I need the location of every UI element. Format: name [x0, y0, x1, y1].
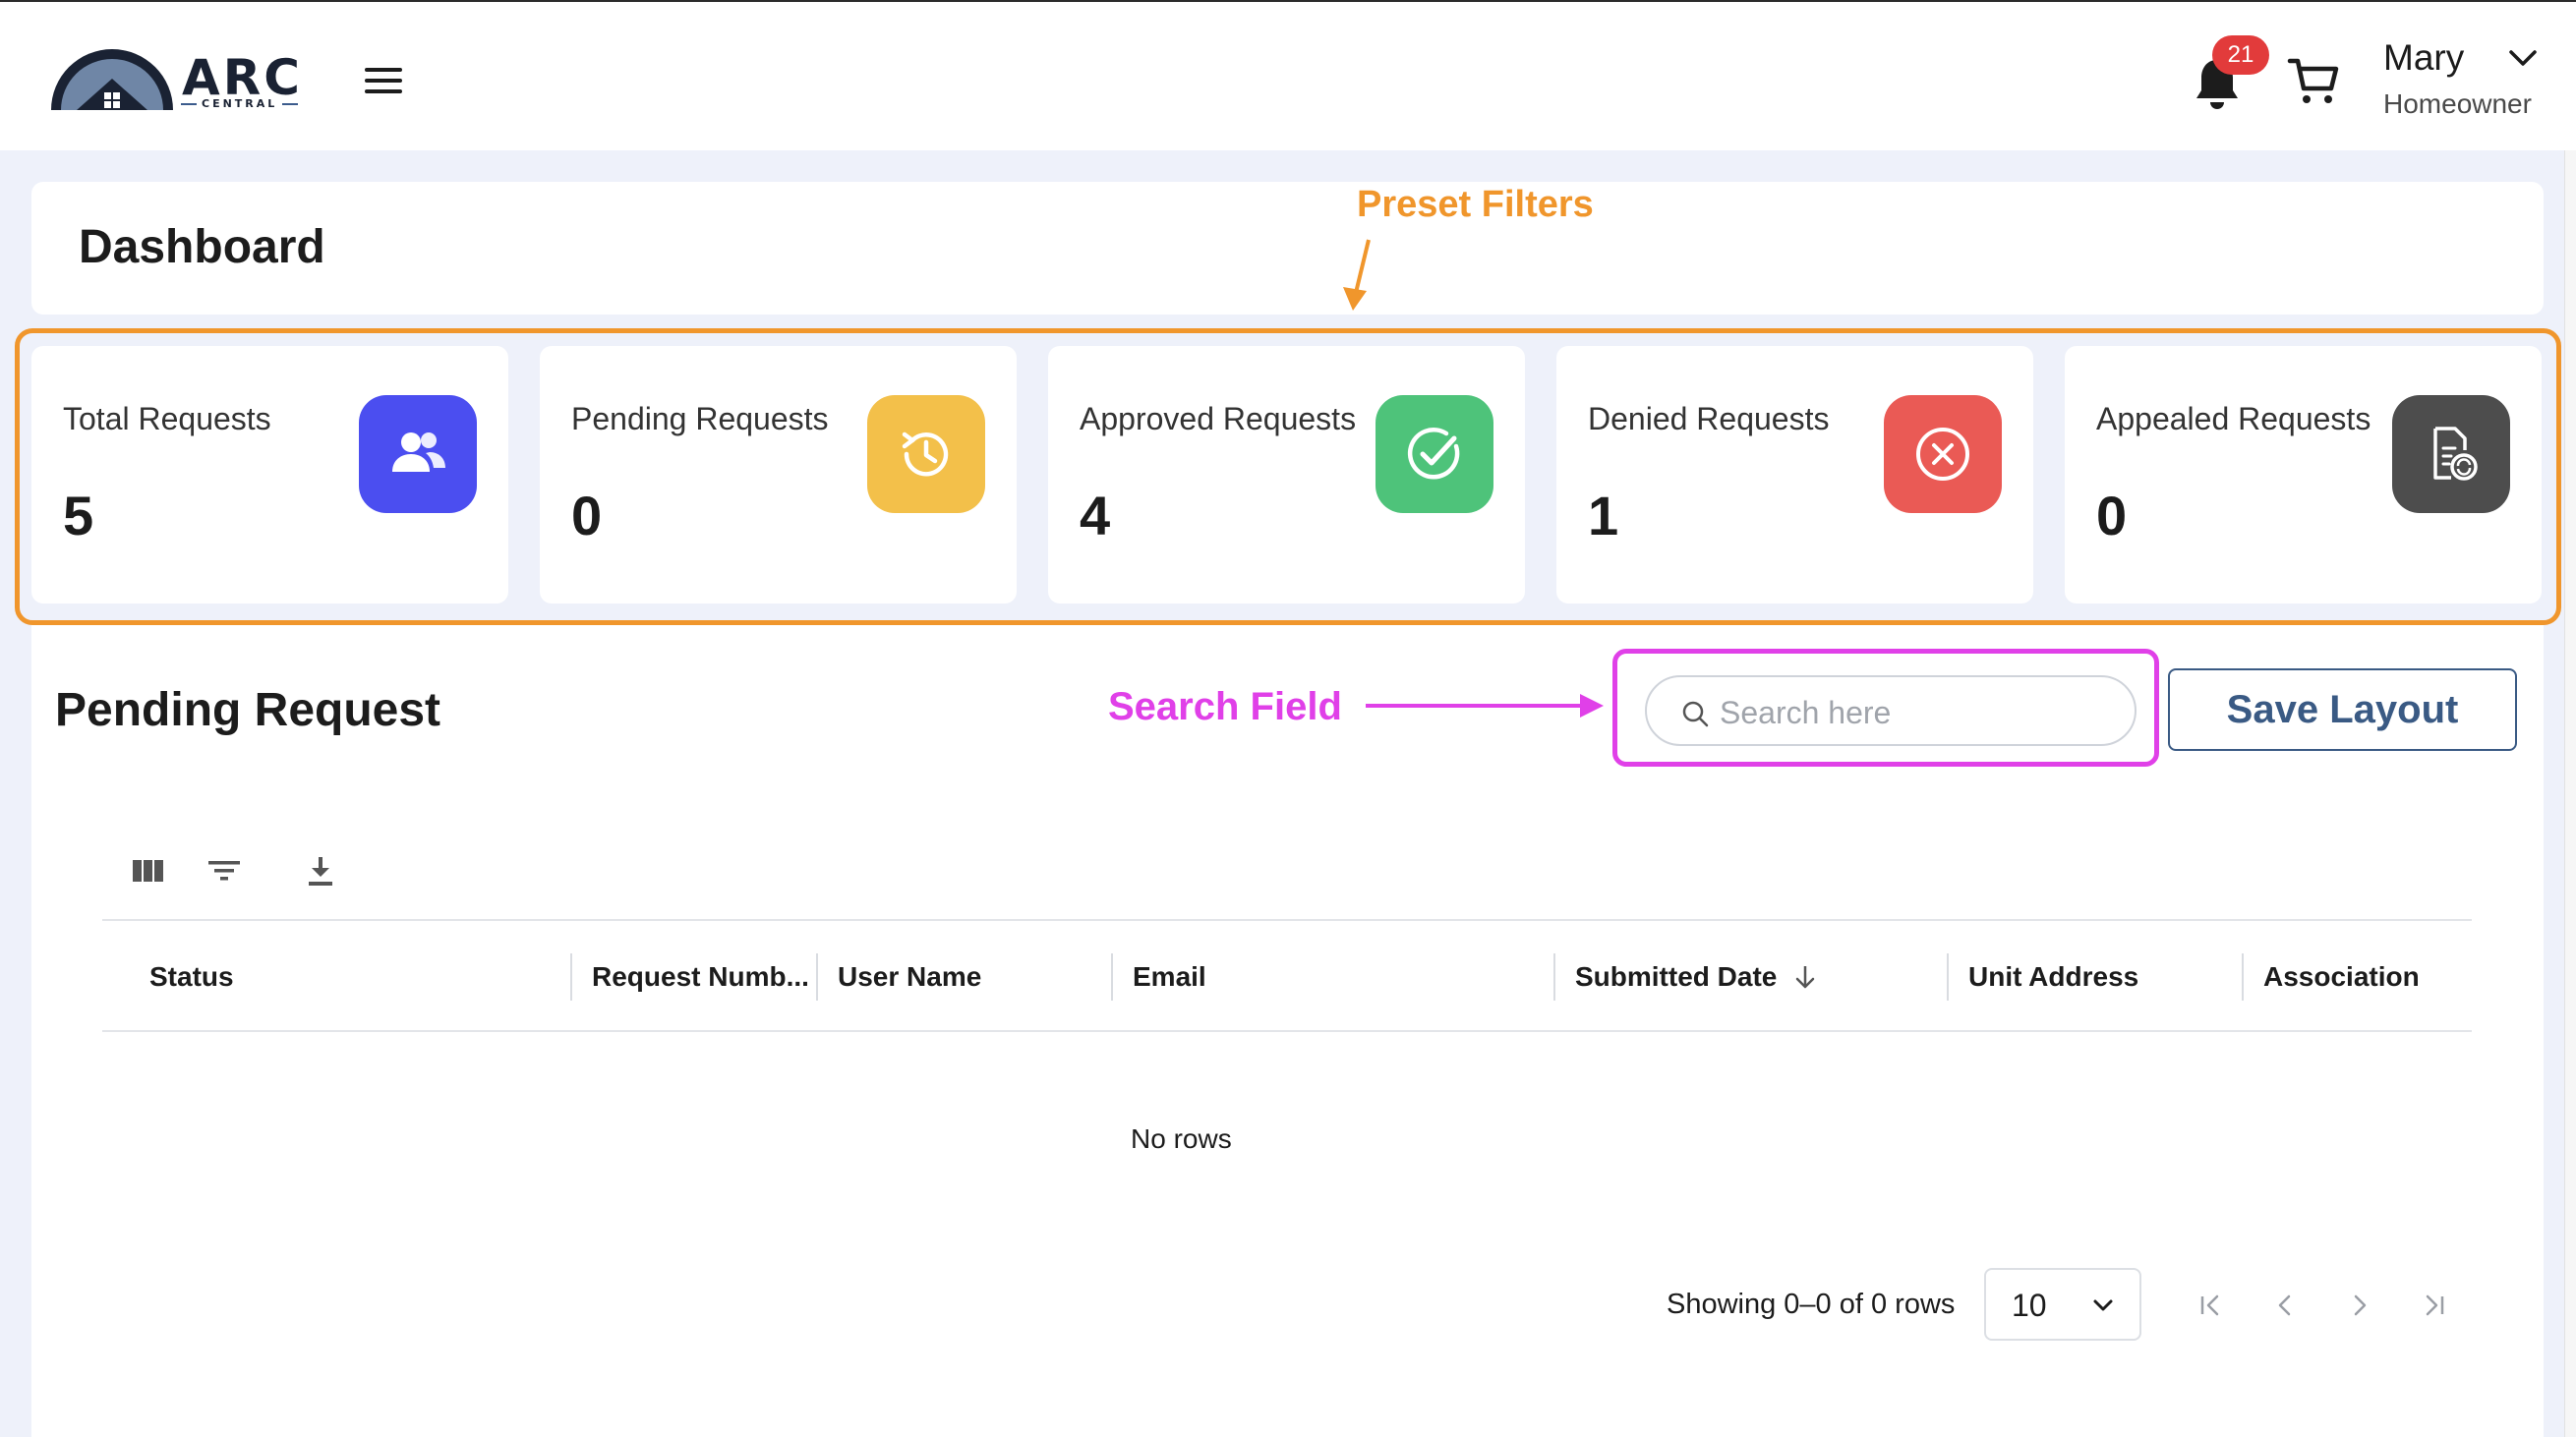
- window-scrollbar[interactable]: [2564, 150, 2576, 1437]
- rows-per-page-value: 10: [2012, 1288, 2047, 1323]
- stat-value: 0: [571, 485, 603, 546]
- columns-icon: [133, 860, 163, 882]
- clock-history-icon: [902, 431, 949, 477]
- users-icon: [392, 432, 445, 472]
- rows-per-page-select[interactable]: 10: [1984, 1268, 2141, 1341]
- column-header-email[interactable]: Email: [1133, 921, 1206, 1032]
- search-icon: [1682, 701, 1709, 727]
- stat-value: 1: [1588, 485, 1619, 546]
- stat-value: 5: [63, 485, 94, 546]
- column-separator[interactable]: [1947, 953, 1949, 1001]
- last-page-icon: [2426, 1294, 2444, 1316]
- search-placeholder: Search here: [1720, 695, 1892, 730]
- empty-state-text: No rows: [1131, 1123, 1232, 1154]
- document-refresh-icon: [2433, 427, 2478, 481]
- chevron-down-icon: [2093, 1299, 2113, 1311]
- table-header: Status Request Numb... User Name Email S…: [102, 919, 2472, 1032]
- chevron-right-icon: [2354, 1294, 2367, 1316]
- hamburger-icon: [365, 68, 402, 93]
- stat-icon-badge: [1376, 395, 1493, 513]
- next-page-button[interactable]: [2340, 1286, 2379, 1325]
- notification-badge: 21: [2212, 35, 2269, 75]
- stat-icon-badge: [867, 395, 985, 513]
- previous-page-button[interactable]: [2265, 1286, 2305, 1325]
- column-label: Status: [149, 960, 234, 992]
- column-header-submitted-date[interactable]: Submitted Date: [1575, 921, 1818, 1032]
- column-label: Submitted Date: [1575, 960, 1778, 992]
- column-label: Request Numb...: [592, 960, 809, 992]
- stat-label: Denied Requests: [1588, 401, 1830, 436]
- stat-label: Pending Requests: [571, 401, 829, 436]
- column-header-request-number[interactable]: Request Numb...: [592, 921, 809, 1032]
- columns-button[interactable]: [129, 853, 168, 889]
- column-header-association[interactable]: Association: [2263, 921, 2420, 1032]
- section-title: Pending Request: [55, 684, 441, 736]
- top-bar: ARC CENTRAL 21 Mary Homeowner: [0, 0, 2576, 150]
- column-separator[interactable]: [2242, 953, 2244, 1001]
- export-button[interactable]: [301, 853, 340, 889]
- search-input[interactable]: Search here: [1645, 675, 2137, 746]
- first-page-icon: [2200, 1294, 2219, 1316]
- column-header-user-name[interactable]: User Name: [838, 921, 981, 1032]
- hamburger-menu-button[interactable]: [334, 51, 433, 110]
- last-page-button[interactable]: [2415, 1286, 2454, 1325]
- column-label: Email: [1133, 960, 1206, 992]
- page-header-card: [31, 182, 2544, 315]
- filter-icon: [208, 861, 240, 881]
- stat-value: 0: [2096, 485, 2128, 546]
- user-name: Mary: [2383, 37, 2465, 78]
- stat-value: 4: [1080, 485, 1111, 546]
- chevron-left-icon: [2278, 1294, 2291, 1316]
- stat-label: Approved Requests: [1080, 401, 1357, 436]
- column-header-unit-address[interactable]: Unit Address: [1968, 921, 2138, 1032]
- first-page-button[interactable]: [2191, 1286, 2230, 1325]
- stat-label: Appealed Requests: [2096, 401, 2371, 436]
- cart-icon[interactable]: [2286, 53, 2341, 108]
- column-separator[interactable]: [1553, 953, 1555, 1001]
- arrow-right-annotation-icon: [1366, 694, 1604, 718]
- search-field-annotation: Search Field: [1108, 685, 1342, 728]
- column-label: Association: [2263, 960, 2420, 992]
- stat-icon-badge: [359, 395, 477, 513]
- save-layout-button[interactable]: Save Layout: [2168, 668, 2517, 751]
- stat-card-pending[interactable]: Pending Requests 0: [540, 346, 1017, 604]
- arrow-down-annotation-icon: [1343, 239, 1371, 311]
- column-separator[interactable]: [816, 953, 818, 1001]
- column-separator[interactable]: [1111, 953, 1113, 1001]
- stat-card-approved[interactable]: Approved Requests 4: [1048, 346, 1525, 604]
- stat-card-total[interactable]: Total Requests 5: [31, 346, 508, 604]
- stat-card-appealed[interactable]: Appealed Requests 0: [2065, 346, 2542, 604]
- preset-filters-annotation: Preset Filters: [1357, 184, 1594, 225]
- column-label: Unit Address: [1968, 960, 2139, 992]
- stat-icon-badge: [1884, 395, 2002, 513]
- filter-button[interactable]: [205, 853, 244, 889]
- logo-subtext: CENTRAL: [181, 97, 298, 110]
- stat-label: Total Requests: [63, 401, 271, 436]
- column-label: User Name: [838, 960, 982, 992]
- page-title: Dashboard: [79, 221, 325, 273]
- stat-icon-badge: [2392, 395, 2510, 513]
- column-separator[interactable]: [570, 953, 572, 1001]
- column-header-status[interactable]: Status: [149, 921, 234, 1032]
- arrow-down-icon[interactable]: [1792, 963, 1818, 991]
- user-role: Homeowner: [2383, 88, 2532, 119]
- stat-card-denied[interactable]: Denied Requests 1: [1556, 346, 2033, 604]
- pagination-summary: Showing 0–0 of 0 rows: [1667, 1289, 1956, 1320]
- check-circle-icon: [1407, 428, 1460, 480]
- x-circle-icon: [1916, 428, 1969, 481]
- user-menu[interactable]: Mary Homeowner: [2379, 29, 2566, 128]
- download-icon: [309, 857, 332, 886]
- chevron-down-icon: [2509, 50, 2537, 66]
